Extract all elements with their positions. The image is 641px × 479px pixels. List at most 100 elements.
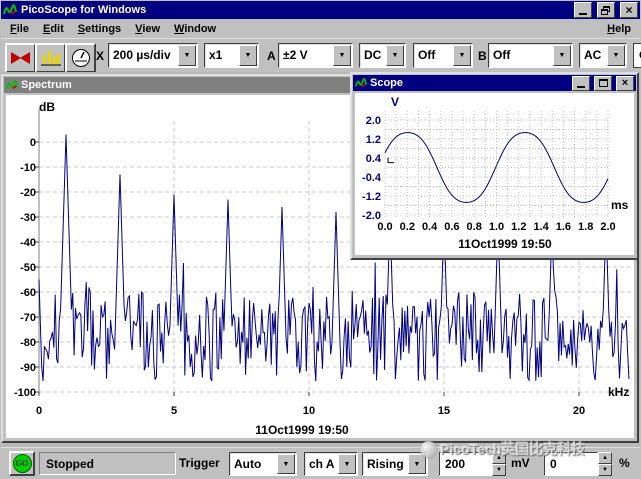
svg-text:0.4: 0.4 [422,221,438,233]
svg-text:-50: -50 [20,262,36,274]
svg-text:-90: -90 [20,362,36,374]
menu-edit[interactable]: Edit [36,21,71,37]
menu-help[interactable]: Help [600,21,638,37]
menu-window[interactable]: Window [167,21,223,37]
svg-text:0.6: 0.6 [444,221,459,233]
dropdown-arrow-icon: ▼ [277,454,295,474]
svg-text:5: 5 [171,405,177,417]
mdi-client-area: Spectrum 0-10-20-30-40-50-60-70-80-90-10… [1,72,640,447]
scope-view-button[interactable] [5,43,36,73]
svg-text:0.8: 0.8 [467,221,482,233]
window-title: PicoScope for Windows [21,4,569,16]
svg-text:2.0: 2.0 [600,221,615,233]
svg-text:20: 20 [573,405,585,417]
svg-text:10: 10 [303,405,315,417]
close-button[interactable]: × [620,2,638,18]
trigger-threshold-spinner: ▲ ▼ [492,452,506,476]
spectrum-window-icon [6,79,18,91]
svg-text:0: 0 [36,405,42,417]
restore-button[interactable] [597,2,615,18]
svg-text:15: 15 [438,405,450,417]
spinner-up-icon[interactable]: ▲ [492,452,506,464]
scope-chart: V2.01.20.4-0.4-1.2-2.00.00.20.40.60.81.0… [355,93,634,255]
pre-trigger-spinner: ▲ ▼ [598,452,612,476]
svg-text:0.2: 0.2 [400,221,415,233]
app-icon[interactable] [3,3,17,17]
svg-text:-20: -20 [20,187,36,199]
trigger-edge-select[interactable]: Rising ▼ [362,452,428,476]
dropdown-arrow-icon: ▼ [607,45,625,66]
spinner-down-icon[interactable]: ▼ [492,464,506,476]
pre-trigger-input[interactable]: 0 [544,452,598,476]
dropdown-arrow-icon: ▼ [333,45,351,66]
scope-title: Scope [370,77,568,89]
svg-text:-30: -30 [20,212,36,224]
dropdown-arrow-icon: ▼ [178,45,196,66]
scope-minimize-button[interactable] [572,76,590,91]
channel-a-option-select[interactable]: Off ▼ [413,43,473,68]
scope-window-icon [355,77,367,89]
scope-view-icon [10,49,31,67]
svg-text:0.0: 0.0 [377,221,392,233]
go-icon: GO [13,454,32,473]
pre-trigger-unit-label: % [619,456,630,470]
spectrum-view-icon [41,49,61,67]
scope-close-button[interactable]: × [616,76,634,91]
timebase-select[interactable]: 200 µs/div ▼ [108,43,198,68]
svg-text:kHz: kHz [608,385,629,399]
trigger-channel-select[interactable]: ch A ▼ [304,452,358,476]
svg-text:-70: -70 [20,312,36,324]
svg-text:0.4: 0.4 [366,153,382,165]
scope-window: Scope × V2.01.20.4-0.4-1.2-2.00.00.20.40… [350,72,639,260]
go-button[interactable]: GO [9,451,35,476]
dropdown-arrow-icon: ▼ [386,45,404,66]
minimize-button[interactable] [574,2,592,18]
spinner-down-icon[interactable]: ▼ [598,464,612,476]
dropdown-arrow-icon: ▼ [239,45,257,66]
dropdown-arrow-icon: ▼ [408,454,426,474]
meter-view-button[interactable] [65,43,96,73]
svg-text:1.4: 1.4 [533,221,549,233]
maximize-icon [599,79,608,87]
svg-text:-40: -40 [20,237,36,249]
svg-text:-10: -10 [20,162,36,174]
scope-maximize-button[interactable] [594,76,612,91]
channel-a-range-select[interactable]: ±2 V ▼ [278,43,353,68]
timebase-multiplier-label: X [96,49,104,63]
svg-text:dB: dB [39,100,55,114]
channel-b-coupling-select[interactable]: AC ▼ [579,43,627,68]
svg-text:11Oct1999 19:50: 11Oct1999 19:50 [255,423,349,437]
svg-text:-80: -80 [20,337,36,349]
svg-text:2.0: 2.0 [366,115,381,127]
minimize-icon [579,13,587,15]
svg-text:-60: -60 [20,287,36,299]
meter-view-icon [71,48,91,68]
picoscope-app-window: PicoScope for Windows × File Edit Settin… [0,0,641,479]
titlebar: PicoScope for Windows × [1,1,640,19]
trigger-threshold-input[interactable]: 200 [439,452,492,476]
scope-plot-area: V2.01.20.4-0.4-1.2-2.00.00.20.40.60.81.0… [355,93,634,255]
svg-text:-100: -100 [14,387,36,399]
svg-text:1.2: 1.2 [366,134,381,146]
svg-text:-1.2: -1.2 [362,191,381,203]
channel-b-range-select[interactable]: Off ▼ [488,43,573,68]
trigger-label: Trigger [179,456,220,470]
channel-b-option-field[interactable]: Off [633,43,641,68]
svg-text:1.0: 1.0 [489,221,504,233]
dropdown-arrow-icon: ▼ [553,45,571,66]
svg-text:11Oct1999 19:50: 11Oct1999 19:50 [458,237,552,251]
trigger-mode-select[interactable]: Auto ▼ [229,452,297,476]
menu-file[interactable]: File [3,21,36,37]
multiplier-select[interactable]: x1 ▼ [204,43,259,68]
channel-a-label: A [267,49,276,63]
menu-view[interactable]: View [128,21,167,37]
threshold-unit-label: mV [511,456,530,470]
svg-text:V: V [391,95,399,109]
spectrum-view-button[interactable] [35,43,66,73]
spinner-up-icon[interactable]: ▲ [598,452,612,464]
scope-titlebar[interactable]: Scope × [353,75,636,91]
channel-a-coupling-select[interactable]: DC ▼ [359,43,406,68]
dropdown-arrow-icon: ▼ [338,454,356,474]
close-icon: × [622,77,628,89]
menu-settings[interactable]: Settings [71,21,128,37]
